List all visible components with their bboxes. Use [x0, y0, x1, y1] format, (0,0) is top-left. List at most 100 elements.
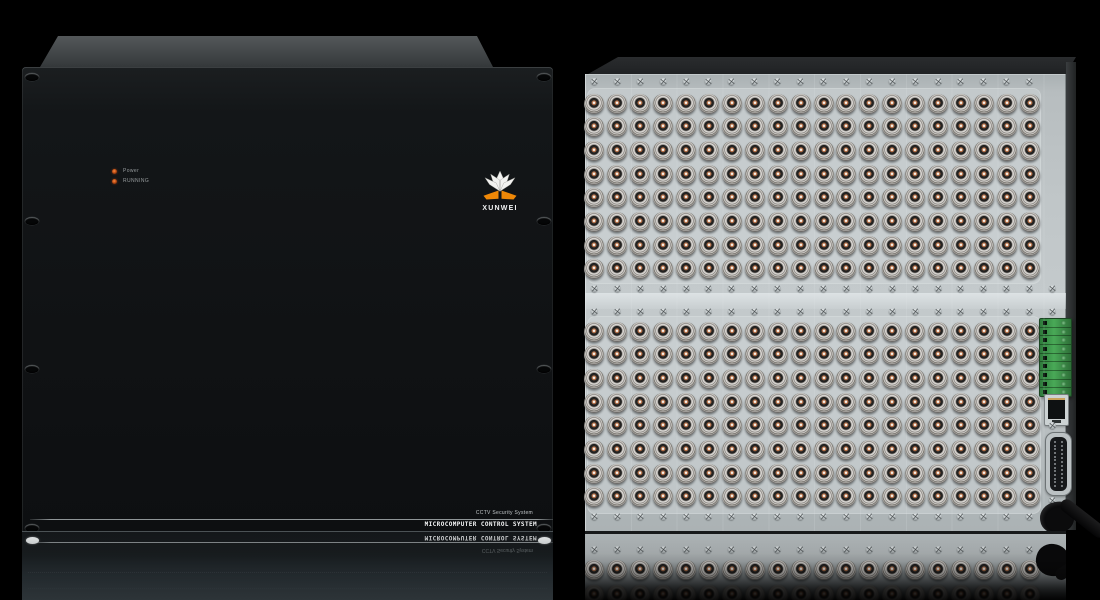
bnc-connector [1020, 165, 1040, 185]
bnc-connector [699, 188, 719, 208]
bnc-connector [607, 464, 627, 484]
panel-screw [957, 545, 966, 554]
bnc-connector [836, 369, 856, 389]
db25-pin [1061, 449, 1063, 451]
bnc-connector [951, 560, 971, 580]
bnc-connector [607, 236, 627, 256]
bnc-connector [905, 188, 925, 208]
bnc-connector [653, 345, 673, 365]
bnc-connector [814, 416, 834, 436]
panel-screw [842, 307, 851, 316]
terminal-position [1040, 380, 1071, 389]
bnc-connector [607, 345, 627, 365]
panel-screw [842, 284, 851, 293]
bnc-connector [791, 236, 811, 256]
bnc-connector [722, 188, 742, 208]
rack-screw-hole [537, 217, 551, 225]
bnc-bank-lower [583, 320, 1041, 509]
bnc-connector [814, 322, 834, 342]
terminal-position [1040, 328, 1071, 337]
bnc-connector [630, 416, 650, 436]
bnc-connector [928, 141, 948, 161]
bnc-connector [584, 212, 604, 232]
bnc-connector [951, 117, 971, 137]
bnc-connector [768, 416, 788, 436]
bnc-connector [722, 212, 742, 232]
panel-screw [682, 77, 691, 86]
bnc-connector [584, 369, 604, 389]
bnc-connector [607, 440, 627, 460]
bnc-connector [791, 487, 811, 507]
bnc-connector [882, 141, 902, 161]
bnc-connector [630, 141, 650, 161]
bnc-connector [653, 212, 673, 232]
reflected-screw-row [585, 546, 1041, 553]
panel-screw [979, 307, 988, 316]
panel-screw [819, 284, 828, 293]
panel-screw [750, 284, 759, 293]
bnc-connector [699, 440, 719, 460]
bnc-connector [1020, 212, 1040, 232]
bnc-connector [974, 487, 994, 507]
running-led-icon [112, 179, 117, 184]
db25-pin [1054, 463, 1056, 465]
bnc-connector [584, 322, 604, 342]
bnc-connector [584, 345, 604, 365]
bnc-connector [768, 345, 788, 365]
bnc-connector [836, 585, 856, 600]
bnc-connector [928, 117, 948, 137]
bnc-connector [722, 345, 742, 365]
bnc-connector [974, 188, 994, 208]
panel-screw [865, 284, 874, 293]
bnc-connector [905, 94, 925, 114]
bnc-connector [768, 322, 788, 342]
bnc-connector [997, 141, 1017, 161]
bnc-connector [974, 236, 994, 256]
bnc-connector [699, 464, 719, 484]
panel-screw [705, 512, 714, 521]
panel-screw [888, 307, 897, 316]
panel-screw [659, 307, 668, 316]
panel-screw [957, 307, 966, 316]
mid-separator-band [585, 293, 1066, 309]
bnc-connector [791, 188, 811, 208]
panel-screw [682, 545, 691, 554]
bnc-connector [859, 560, 879, 580]
bnc-connector [928, 464, 948, 484]
bnc-connector [974, 345, 994, 365]
panel-screw [590, 284, 599, 293]
bnc-connector [997, 369, 1017, 389]
panel-screw [613, 545, 622, 554]
bnc-connector [836, 560, 856, 580]
panel-screw [613, 77, 622, 86]
bnc-connector [630, 345, 650, 365]
bnc-connector [607, 165, 627, 185]
panel-screw [727, 545, 736, 554]
bnc-connector [928, 487, 948, 507]
bnc-connector [699, 322, 719, 342]
bnc-connector [585, 560, 604, 580]
bnc-connector [607, 117, 627, 137]
bnc-connector [768, 369, 788, 389]
panel-screw [888, 77, 897, 86]
bnc-connector [653, 440, 673, 460]
bnc-connector [699, 393, 719, 413]
bnc-connector [745, 393, 765, 413]
bnc-connector [882, 487, 902, 507]
db25-pin [1054, 448, 1056, 450]
bnc-connector [997, 393, 1017, 413]
screw-row-top [583, 78, 1041, 85]
bnc-connector [882, 212, 902, 232]
bnc-connector [699, 487, 719, 507]
bnc-connector [974, 369, 994, 389]
bnc-connector [745, 188, 765, 208]
bnc-connector [630, 322, 650, 342]
panel-screw [911, 284, 920, 293]
bnc-connector [997, 345, 1017, 365]
panel-screw [911, 545, 920, 554]
bnc-connector [951, 393, 971, 413]
bnc-connector [997, 236, 1017, 256]
panel-screw [865, 512, 874, 521]
bnc-connector [951, 345, 971, 365]
bnc-connector [768, 212, 788, 232]
